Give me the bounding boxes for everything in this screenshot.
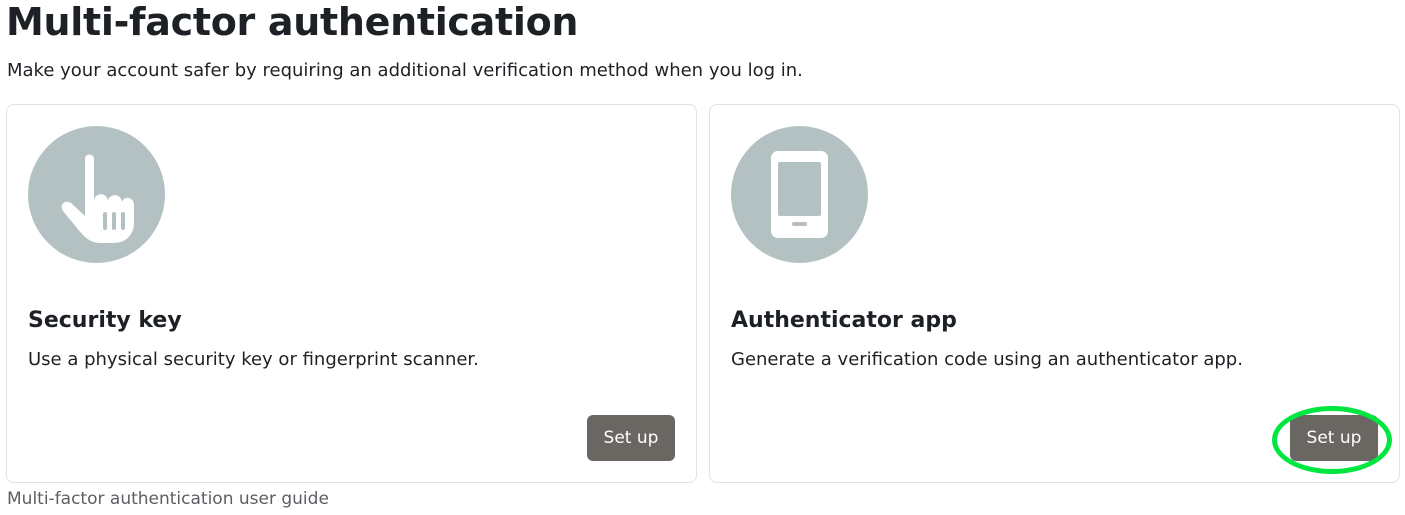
mfa-page: Multi-factor authentication Make your ac… [0, 0, 1405, 515]
factor-title: Security key [28, 308, 182, 333]
factor-description: Generate a verification code using an au… [731, 349, 1243, 370]
pointing-hand-icon [28, 126, 165, 263]
authenticator-app-setup-button[interactable]: Set up [1290, 415, 1378, 461]
user-guide-link[interactable]: Multi-factor authentication user guide [7, 487, 329, 511]
smartphone-icon [731, 126, 868, 263]
factor-card-security-key: Security key Use a physical security key… [6, 104, 697, 483]
security-key-setup-button[interactable]: Set up [587, 415, 675, 461]
page-title: Multi-factor authentication [6, 0, 579, 44]
factor-card-authenticator-app: Authenticator app Generate a verificatio… [709, 104, 1400, 483]
factor-title: Authenticator app [731, 308, 957, 333]
factor-description: Use a physical security key or fingerpri… [28, 349, 479, 370]
page-description: Make your account safer by requiring an … [7, 60, 803, 81]
